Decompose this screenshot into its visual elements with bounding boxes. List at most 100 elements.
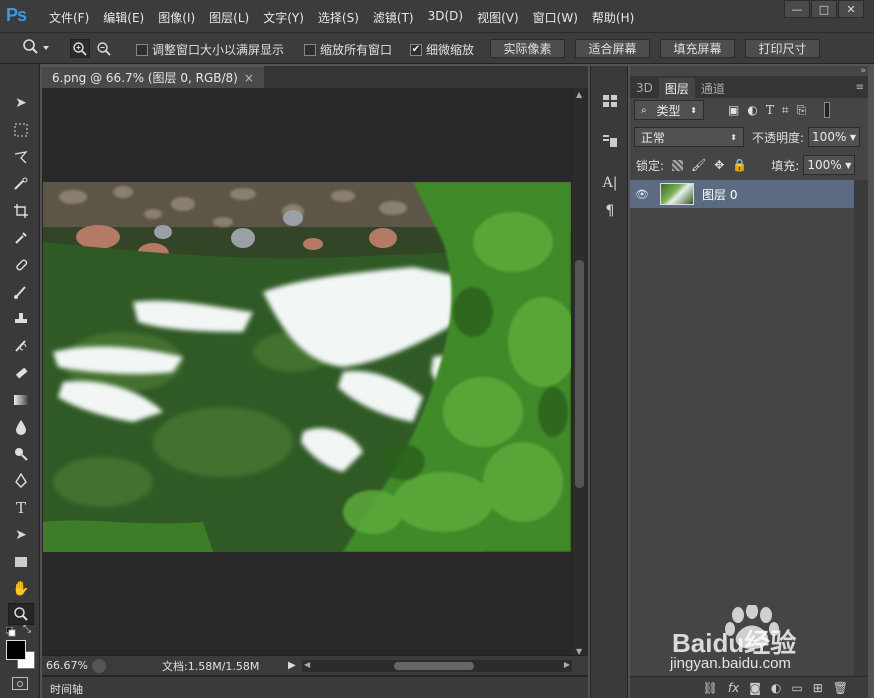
panel-collapse-icon[interactable]: » [860, 66, 866, 76]
opacity-field[interactable]: 100% ▼ [808, 127, 861, 147]
eye-icon[interactable]: 👁 [630, 188, 654, 201]
zoom-level[interactable]: 66.67% [46, 659, 92, 672]
panel-scrollbar[interactable] [854, 180, 868, 676]
clone-stamp-tool-icon[interactable] [8, 308, 34, 330]
checkbox-box[interactable] [304, 43, 316, 56]
checkbox-box[interactable] [136, 43, 148, 56]
healing-brush-tool-icon[interactable] [8, 254, 34, 276]
timeline-tab[interactable]: 时间轴 [50, 681, 83, 697]
chevron-down-icon[interactable]: ▼ [845, 161, 851, 170]
horizontal-scrollbar[interactable]: ◀ ▶ [302, 660, 572, 672]
menu-view[interactable]: 视图(V) [470, 9, 526, 26]
filter-smartobject-icon[interactable]: ⎘ [797, 103, 807, 118]
scroll-right-arrow-icon[interactable]: ▶ [564, 660, 570, 669]
menu-window[interactable]: 窗口(W) [526, 9, 585, 26]
lasso-tool-icon[interactable] [8, 146, 34, 168]
gradient-tool-icon[interactable] [8, 389, 34, 411]
lock-image-icon[interactable]: 🖌 [691, 158, 706, 172]
character-icon[interactable]: A| [597, 172, 623, 194]
quick-selection-tool-icon[interactable] [8, 173, 34, 195]
default-colors-icon[interactable] [5, 626, 16, 637]
tab-layers[interactable]: 图层 [658, 78, 695, 98]
zoom-all-checkbox[interactable]: 缩放所有窗口 [304, 41, 392, 58]
tab-3d[interactable]: 3D [630, 78, 659, 98]
filter-toggle[interactable] [824, 102, 831, 118]
menu-file[interactable]: 文件(F) [42, 9, 96, 26]
menu-select[interactable]: 选择(S) [311, 9, 366, 26]
layer-mask-icon[interactable]: ◙ [749, 681, 761, 695]
new-group-icon[interactable]: ▭ [791, 681, 802, 695]
zoom-tool-icon[interactable] [8, 603, 34, 625]
fill-screen-button[interactable]: 填充屏幕 [660, 39, 735, 58]
document-tab[interactable]: 6.png @ 66.7% (图层 0, RGB/8) × [42, 66, 264, 88]
fit-screen-button[interactable]: 适合屏幕 [575, 39, 650, 58]
properties-icon[interactable] [597, 130, 623, 152]
tab-channels[interactable]: 通道 [695, 78, 731, 98]
chevron-down-icon[interactable]: ▼ [850, 133, 856, 142]
checkmark-icon[interactable]: ✔ [410, 43, 422, 56]
eraser-tool-icon[interactable] [8, 362, 34, 384]
horizontal-scroll-thumb[interactable] [394, 662, 474, 670]
type-tool-icon[interactable]: T [8, 497, 34, 519]
quick-mask-icon[interactable] [12, 677, 28, 690]
scroll-left-arrow-icon[interactable]: ◀ [304, 660, 310, 669]
lock-transparent-icon[interactable] [672, 159, 684, 171]
layer-row[interactable]: 👁 图层 0 [630, 180, 854, 208]
crop-tool-icon[interactable] [8, 200, 34, 222]
rectangle-tool-icon[interactable] [8, 551, 34, 573]
swap-colors-icon[interactable]: ⤡ [23, 624, 31, 635]
zoom-out-icon[interactable] [94, 39, 114, 58]
scroll-up-arrow-icon[interactable]: ▲ [576, 90, 582, 99]
path-selection-tool-icon[interactable]: ➤ [8, 524, 34, 546]
brush-tool-icon[interactable] [8, 281, 34, 303]
opacity-value[interactable]: 100% [812, 130, 846, 144]
filter-pixel-icon[interactable]: ▣ [728, 103, 739, 117]
link-layers-icon[interactable]: ⛓ [703, 681, 718, 695]
hand-tool-icon[interactable]: ✋ [8, 578, 34, 600]
history-brush-tool-icon[interactable] [8, 335, 34, 357]
move-tool-icon[interactable]: ➤ [8, 92, 34, 114]
status-arrow-icon[interactable]: ▶ [288, 660, 296, 671]
minimize-button[interactable]: — [784, 0, 810, 18]
layer-name[interactable]: 图层 0 [702, 186, 737, 203]
tab-close-icon[interactable]: × [244, 71, 254, 85]
canvas-image[interactable] [43, 182, 571, 552]
eyedropper-tool-icon[interactable] [8, 227, 34, 249]
fill-value[interactable]: 100% [807, 158, 841, 172]
layer-style-icon[interactable]: fx [728, 681, 739, 695]
lock-all-icon[interactable]: 🔒 [732, 158, 747, 172]
menu-type[interactable]: 文字(Y) [256, 9, 311, 26]
resize-windows-checkbox[interactable]: 调整窗口大小以满屏显示 [136, 41, 284, 58]
filter-adjustment-icon[interactable]: ◐ [747, 103, 757, 117]
paragraph-icon[interactable]: ¶ [597, 200, 623, 222]
close-button[interactable]: ✕ [838, 0, 864, 18]
zoom-tool-preset-icon[interactable] [22, 38, 50, 60]
filter-shape-icon[interactable]: ⌗ [782, 103, 789, 118]
blur-tool-icon[interactable] [8, 416, 34, 438]
new-layer-icon[interactable]: ⊞ [813, 681, 823, 695]
pen-tool-icon[interactable] [8, 470, 34, 492]
zoom-in-icon[interactable] [70, 39, 90, 58]
adjustment-layer-icon[interactable]: ◐ [771, 681, 781, 695]
menu-3d[interactable]: 3D(D) [421, 9, 470, 26]
panel-menu-icon[interactable]: ≡ [856, 82, 864, 93]
delete-layer-icon[interactable]: 🗑 [833, 681, 848, 695]
layer-filter-dropdown[interactable]: ⌕ 类型 ⬍ [634, 100, 704, 120]
maximize-button[interactable]: □ [811, 0, 837, 18]
swatches-icon[interactable] [597, 90, 623, 112]
actual-pixels-button[interactable]: 实际像素 [490, 39, 565, 58]
filter-type-icon[interactable]: T [766, 103, 774, 117]
menu-layer[interactable]: 图层(L) [202, 9, 256, 26]
fill-field[interactable]: 100% ▼ [803, 155, 856, 175]
blend-mode-dropdown[interactable]: 正常 ⬍ [634, 127, 744, 147]
vertical-scroll-thumb[interactable] [575, 260, 584, 488]
menu-image[interactable]: 图像(I) [151, 9, 202, 26]
lock-position-icon[interactable]: ✥ [714, 158, 724, 172]
scrubby-zoom-checkbox[interactable]: ✔ 细微缩放 [410, 41, 474, 58]
marquee-tool-icon[interactable] [8, 119, 34, 141]
menu-edit[interactable]: 编辑(E) [96, 9, 151, 26]
status-menu-icon[interactable] [92, 658, 106, 673]
menu-filter[interactable]: 滤镜(T) [366, 9, 421, 26]
vertical-scrollbar[interactable]: ▲ ▼ [573, 88, 586, 658]
menu-help[interactable]: 帮助(H) [585, 9, 641, 26]
